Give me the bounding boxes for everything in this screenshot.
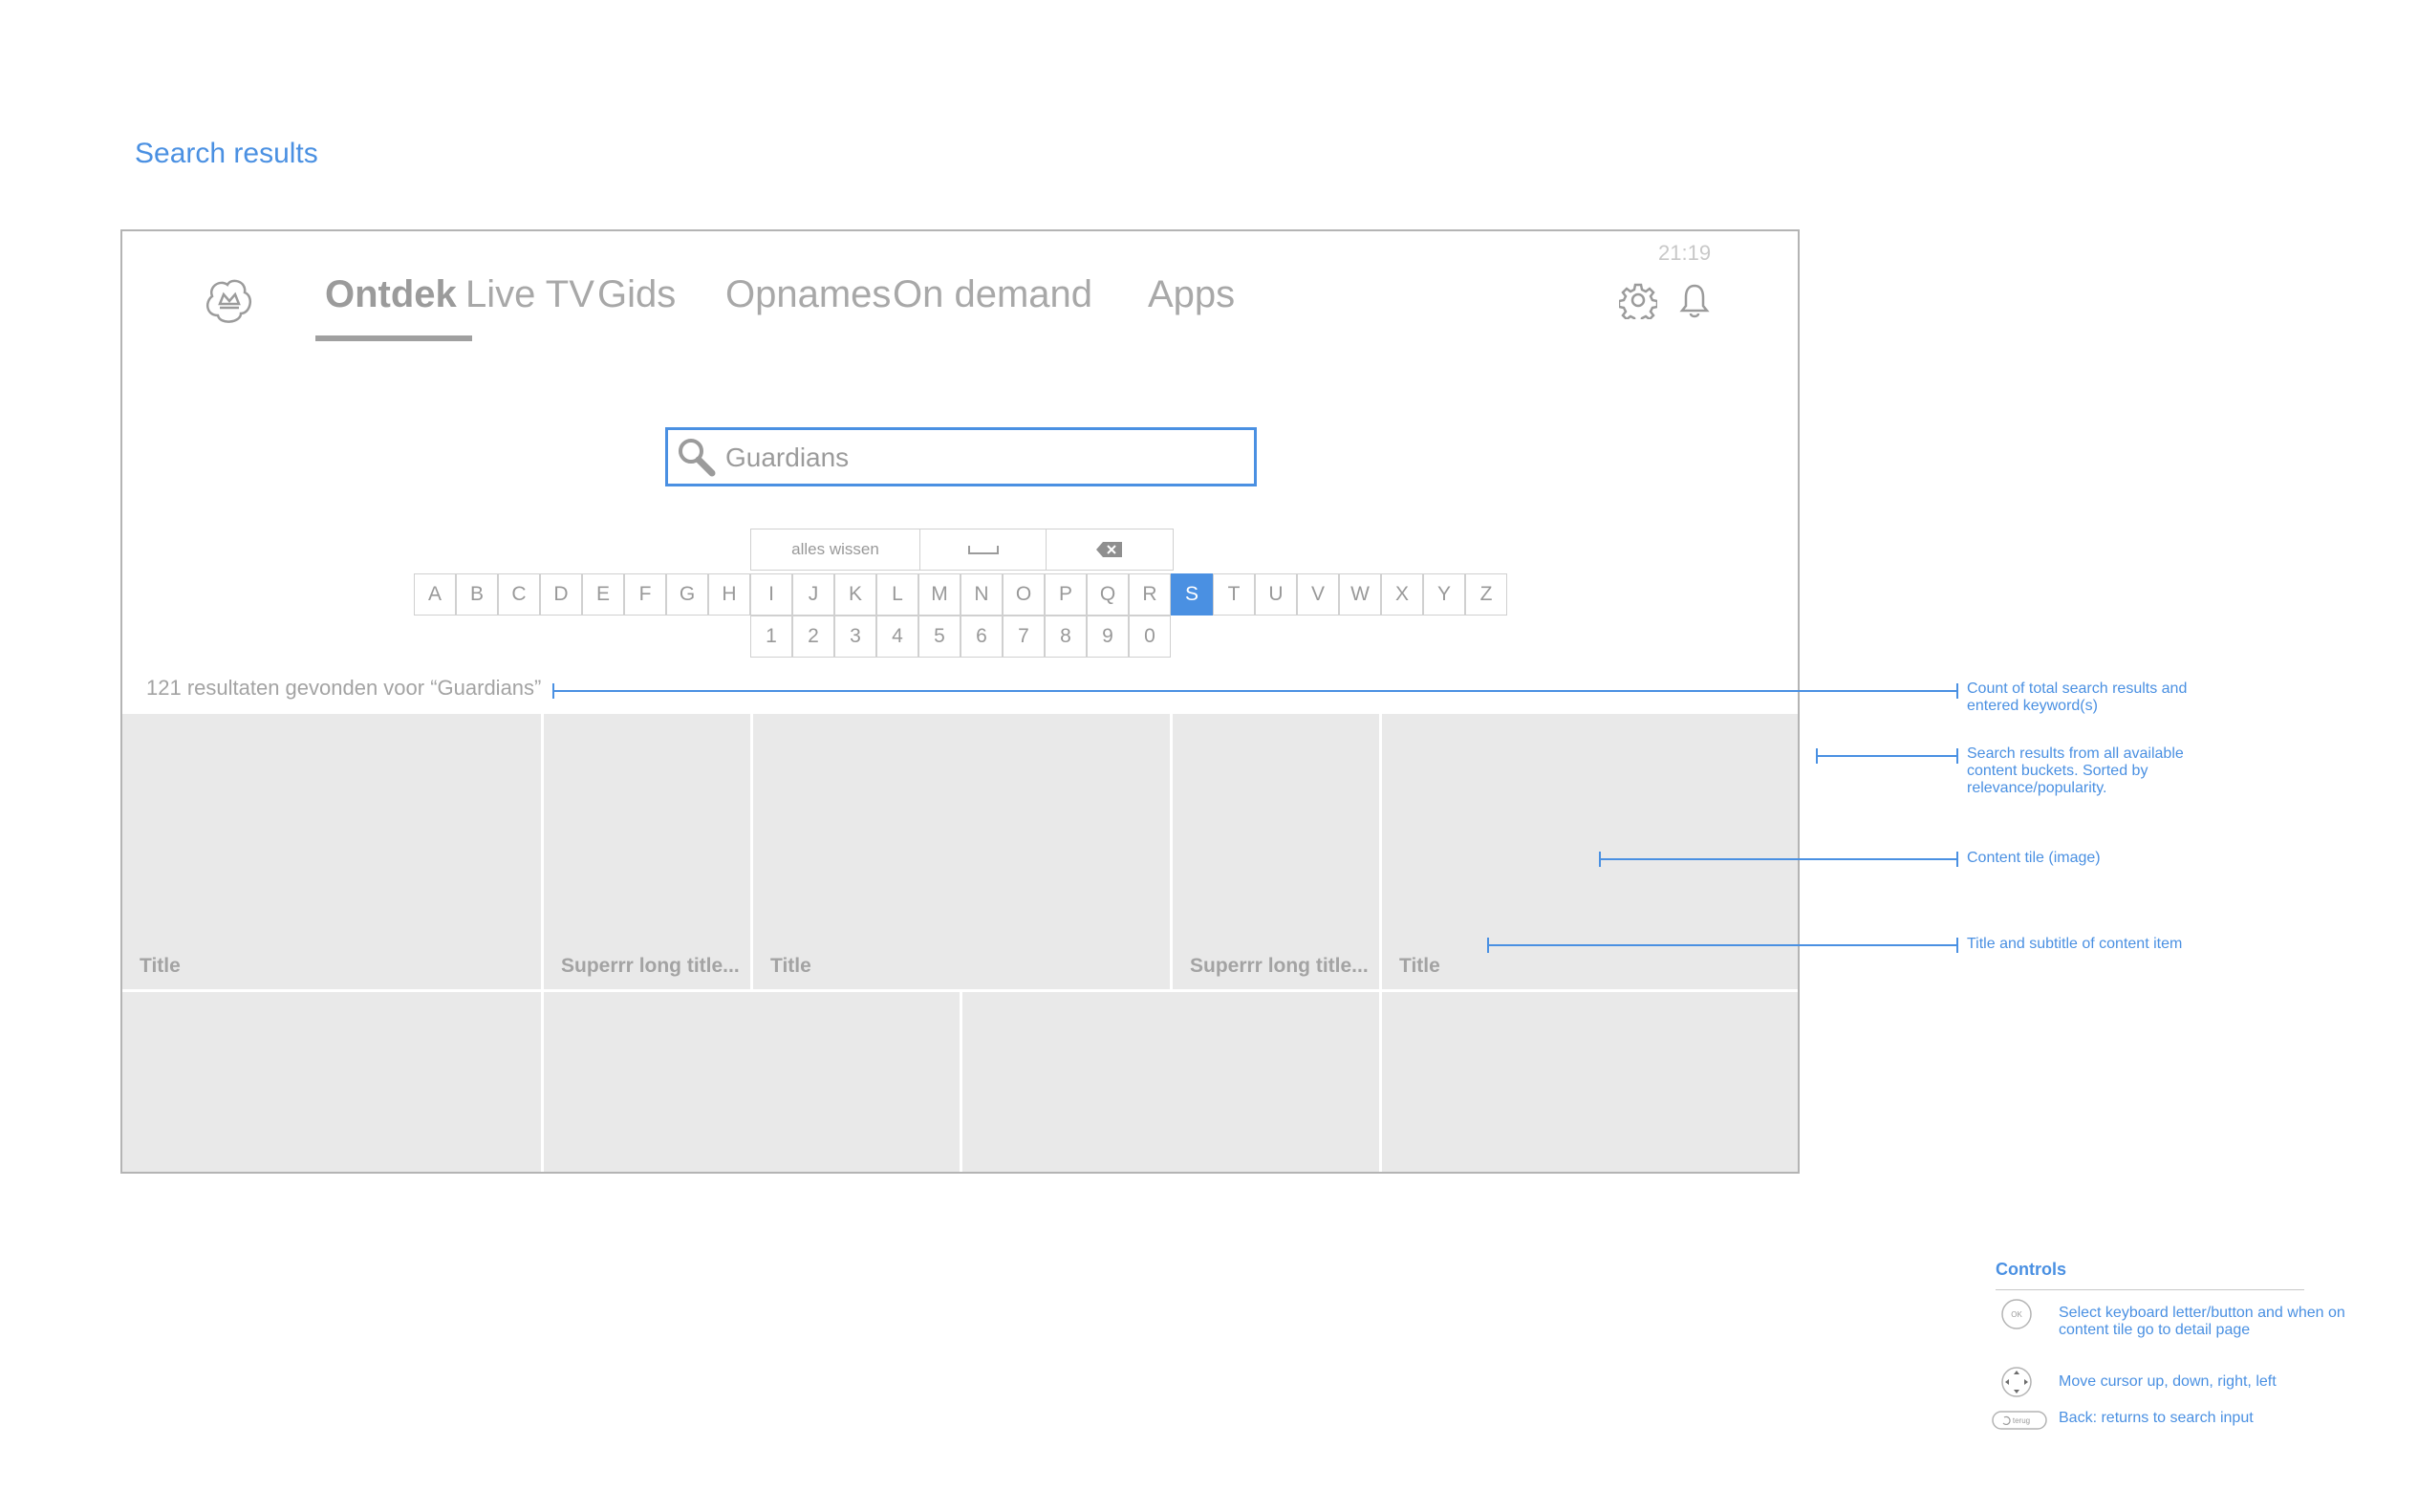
key-2[interactable]: 2 bbox=[792, 616, 834, 658]
clock: 21:19 bbox=[1658, 241, 1712, 265]
nav-opnames[interactable]: Opnames bbox=[725, 273, 891, 316]
key-i[interactable]: I bbox=[750, 573, 792, 616]
tile-title: Superrr long title... bbox=[561, 955, 740, 977]
kpn-crown-logo-icon bbox=[205, 279, 252, 323]
annotation-result-count: Count of total search results and entere… bbox=[1967, 680, 2188, 714]
key-q[interactable]: Q bbox=[1087, 573, 1129, 616]
key-a[interactable]: A bbox=[414, 573, 456, 616]
back-label: terug bbox=[2013, 1416, 2030, 1425]
key-g[interactable]: G bbox=[666, 573, 708, 616]
backspace-key[interactable] bbox=[1046, 529, 1174, 571]
result-count: 121 resultaten gevonden voor “Guardians” bbox=[146, 676, 542, 700]
annotation-line bbox=[552, 690, 1958, 692]
nav-ontdek[interactable]: Ontdek bbox=[325, 273, 457, 316]
key-t[interactable]: T bbox=[1213, 573, 1255, 616]
content-tile[interactable]: Title bbox=[1382, 714, 1798, 989]
key-k[interactable]: K bbox=[834, 573, 876, 616]
key-v[interactable]: V bbox=[1297, 573, 1339, 616]
content-tile[interactable] bbox=[962, 992, 1379, 1172]
annotation-tick bbox=[1487, 938, 1489, 953]
gear-icon[interactable] bbox=[1619, 281, 1657, 319]
content-tile[interactable]: Title bbox=[753, 714, 1170, 989]
controls-divider bbox=[1996, 1289, 2304, 1290]
key-6[interactable]: 6 bbox=[961, 616, 1003, 658]
key-h[interactable]: H bbox=[708, 573, 750, 616]
bell-icon[interactable] bbox=[1675, 281, 1714, 319]
tile-title: Superrr long title... bbox=[1190, 955, 1369, 977]
space-key[interactable] bbox=[919, 529, 1047, 571]
ok-label: OK bbox=[2011, 1310, 2022, 1319]
key-8[interactable]: 8 bbox=[1045, 616, 1087, 658]
key-l[interactable]: L bbox=[876, 573, 918, 616]
content-tile[interactable] bbox=[544, 992, 960, 1172]
key-e[interactable]: E bbox=[582, 573, 624, 616]
key-u[interactable]: U bbox=[1255, 573, 1297, 616]
annotation-tick bbox=[1956, 748, 1958, 764]
tile-title: Title bbox=[140, 955, 181, 977]
search-value: Guardians bbox=[725, 443, 850, 472]
search-icon bbox=[679, 439, 716, 477]
control-move: Move cursor up, down, right, left bbox=[2059, 1373, 2277, 1390]
key-3[interactable]: 3 bbox=[834, 616, 876, 658]
back-button-icon: terug bbox=[1992, 1411, 2047, 1430]
clear-all-key[interactable]: alles wissen bbox=[750, 529, 920, 571]
nav-on-demand[interactable]: On demand bbox=[893, 273, 1092, 316]
key-o[interactable]: O bbox=[1003, 573, 1045, 616]
nav-live-tv[interactable]: Live TV bbox=[465, 273, 594, 316]
controls-title: Controls bbox=[1996, 1260, 2066, 1279]
key-7[interactable]: 7 bbox=[1003, 616, 1045, 658]
content-tile[interactable]: Superrr long title... bbox=[544, 714, 750, 989]
key-b[interactable]: B bbox=[456, 573, 498, 616]
key-s[interactable]: S bbox=[1171, 573, 1213, 616]
tile-title: Title bbox=[1399, 955, 1440, 977]
key-n[interactable]: N bbox=[961, 573, 1003, 616]
annotation-tick bbox=[1599, 852, 1601, 867]
content-tile[interactable] bbox=[1382, 992, 1798, 1172]
key-9[interactable]: 9 bbox=[1087, 616, 1129, 658]
annotation-tick bbox=[1956, 938, 1958, 953]
key-5[interactable]: 5 bbox=[918, 616, 961, 658]
annotation-tick bbox=[1956, 683, 1958, 699]
annotation-line bbox=[1816, 755, 1958, 757]
tile-title: Title bbox=[770, 955, 811, 977]
key-m[interactable]: M bbox=[918, 573, 961, 616]
ok-button-icon: OK bbox=[2001, 1299, 2032, 1329]
annotation-tick bbox=[1956, 852, 1958, 867]
key-p[interactable]: P bbox=[1045, 573, 1087, 616]
nav-active-indicator bbox=[315, 335, 472, 341]
annotation-search-results: Search results from all available conten… bbox=[1967, 745, 2184, 796]
nav-gids[interactable]: Gids bbox=[597, 273, 676, 316]
key-c[interactable]: C bbox=[498, 573, 540, 616]
key-4[interactable]: 4 bbox=[876, 616, 918, 658]
control-select: Select keyboard letter/button and when o… bbox=[2059, 1305, 2345, 1338]
space-bar-icon bbox=[967, 546, 999, 554]
key-y[interactable]: Y bbox=[1423, 573, 1465, 616]
annotation-title-subtitle: Title and subtitle of content item bbox=[1967, 936, 2183, 952]
key-d[interactable]: D bbox=[540, 573, 582, 616]
key-r[interactable]: R bbox=[1129, 573, 1171, 616]
content-tile[interactable] bbox=[122, 992, 541, 1172]
annotation-line bbox=[1487, 944, 1958, 946]
annotation-content-tile: Content tile (image) bbox=[1967, 850, 2101, 866]
annotation-tick bbox=[552, 683, 554, 699]
key-f[interactable]: F bbox=[624, 573, 666, 616]
content-tile[interactable]: Superrr long title... bbox=[1173, 714, 1379, 989]
content-tile[interactable]: Title bbox=[122, 714, 541, 989]
control-back: Back: returns to search input bbox=[2059, 1410, 2254, 1426]
key-1[interactable]: 1 bbox=[750, 616, 792, 658]
backspace-icon bbox=[1096, 542, 1122, 557]
annotation-tick bbox=[1816, 748, 1818, 764]
annotation-line bbox=[1599, 858, 1958, 860]
tv-screen: 21:19 Ontdek Live TV Gids Opnames On dem… bbox=[120, 229, 1800, 1174]
nav-apps[interactable]: Apps bbox=[1148, 273, 1235, 316]
search-input[interactable]: Guardians bbox=[665, 427, 1257, 486]
key-0[interactable]: 0 bbox=[1129, 616, 1171, 658]
page-title: Search results bbox=[135, 138, 318, 169]
key-z[interactable]: Z bbox=[1465, 573, 1507, 616]
key-j[interactable]: J bbox=[792, 573, 834, 616]
key-w[interactable]: W bbox=[1339, 573, 1381, 616]
dpad-icon bbox=[2001, 1367, 2032, 1397]
key-x[interactable]: X bbox=[1381, 573, 1423, 616]
